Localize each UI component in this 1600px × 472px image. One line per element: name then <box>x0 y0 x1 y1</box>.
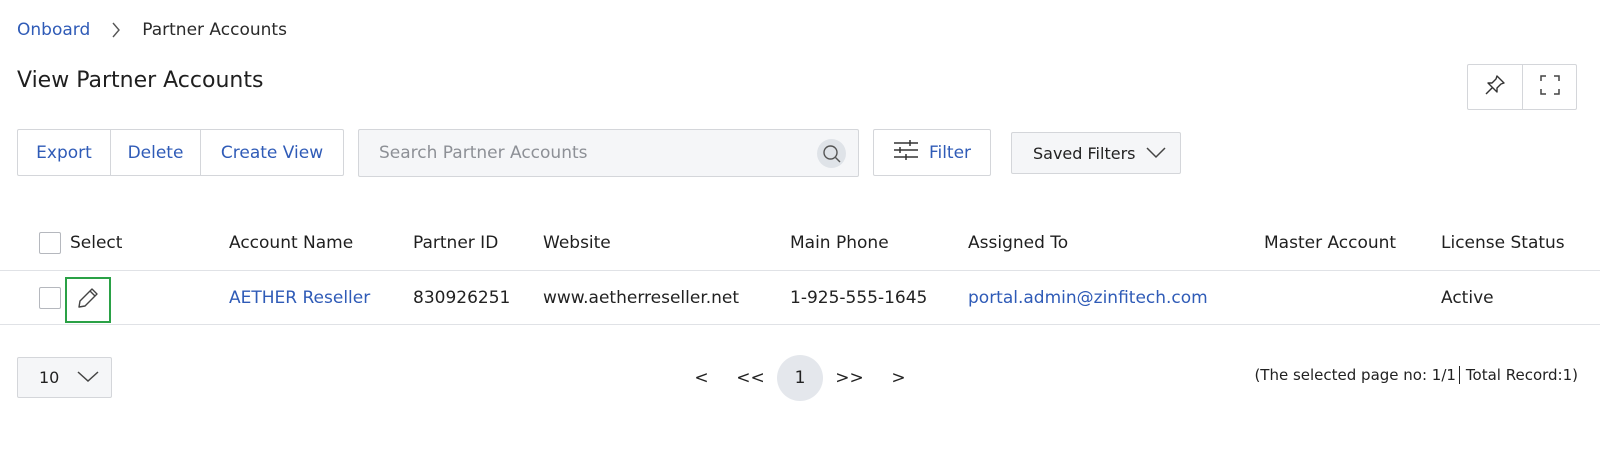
edit-row-button[interactable] <box>65 277 111 323</box>
page-info-divider <box>1458 366 1460 384</box>
filter-label: Filter <box>928 142 972 163</box>
total-record-text: Total Record:1) <box>1465 366 1578 384</box>
breadcrumb: Onboard Partner Accounts <box>17 19 287 41</box>
page-info: (The selected page no: 1/1 Total Record:… <box>1254 366 1578 384</box>
current-page-button[interactable]: 1 <box>777 355 823 401</box>
license-status-cell: Active <box>1441 287 1494 308</box>
column-header-account-name[interactable]: Account Name <box>229 216 353 270</box>
breadcrumb-current: Partner Accounts <box>142 20 287 40</box>
first-page-button[interactable]: << <box>726 355 775 401</box>
pencil-icon <box>76 286 100 315</box>
row-select-cell <box>39 271 61 324</box>
column-header-main-phone[interactable]: Main Phone <box>790 216 889 270</box>
pin-icon <box>1484 74 1506 100</box>
create-view-button[interactable]: Create View <box>200 130 343 175</box>
saved-filters-dropdown[interactable]: Saved Filters <box>1011 132 1181 174</box>
fullscreen-button[interactable] <box>1522 65 1576 109</box>
column-header-website[interactable]: Website <box>543 216 611 270</box>
partner-id-cell: 830926251 <box>413 287 511 308</box>
search-input[interactable] <box>359 143 799 163</box>
filter-button[interactable]: Filter <box>873 129 991 176</box>
row-checkbox[interactable] <box>39 286 61 309</box>
pin-button[interactable] <box>1468 65 1522 109</box>
chevron-right-icon <box>90 22 142 38</box>
fullscreen-icon <box>1539 74 1561 100</box>
table-row: AETHER Reseller 830926251 www.aetherrese… <box>0 271 1600 325</box>
next-page-button[interactable]: > <box>874 355 923 401</box>
export-button[interactable]: Export <box>18 130 110 175</box>
website-cell: www.aetherreseller.net <box>543 287 740 308</box>
page-size-select[interactable]: 10 <box>17 357 112 398</box>
prev-page-button[interactable]: < <box>677 355 726 401</box>
delete-button[interactable]: Delete <box>110 130 200 175</box>
selected-page-text: (The selected page no: 1/1 <box>1254 366 1456 384</box>
search-box <box>358 129 859 177</box>
chevron-down-icon <box>77 368 99 387</box>
column-header-master-account[interactable]: Master Account <box>1264 216 1396 270</box>
last-page-button[interactable]: >> <box>825 355 874 401</box>
action-button-group: Export Delete Create View <box>17 129 344 176</box>
column-header-assigned-to[interactable]: Assigned To <box>968 216 1068 270</box>
select-all-cell <box>39 216 61 270</box>
filter-sliders-icon <box>893 138 919 167</box>
page-size-value: 10 <box>39 368 60 387</box>
account-name-link[interactable]: AETHER Reseller <box>229 271 370 324</box>
column-header-partner-id[interactable]: Partner ID <box>413 216 498 270</box>
table-header: Select Account Name Partner ID Website M… <box>0 216 1600 271</box>
saved-filters-label: Saved Filters <box>1033 143 1136 163</box>
page-title: View Partner Accounts <box>17 68 264 93</box>
main-phone-cell: 1-925-555-1645 <box>790 287 928 308</box>
assigned-to-link[interactable]: portal.admin@zinfitech.com <box>968 271 1208 324</box>
column-header-license-status[interactable]: License Status <box>1441 216 1565 270</box>
search-icon[interactable] <box>817 139 846 168</box>
view-controls <box>1467 64 1577 110</box>
select-all-checkbox[interactable] <box>39 232 61 254</box>
chevron-down-icon <box>1146 144 1166 163</box>
breadcrumb-onboard-link[interactable]: Onboard <box>17 20 90 40</box>
pagination: < << 1 >> > <box>677 355 923 401</box>
column-header-select: Select <box>70 233 123 253</box>
